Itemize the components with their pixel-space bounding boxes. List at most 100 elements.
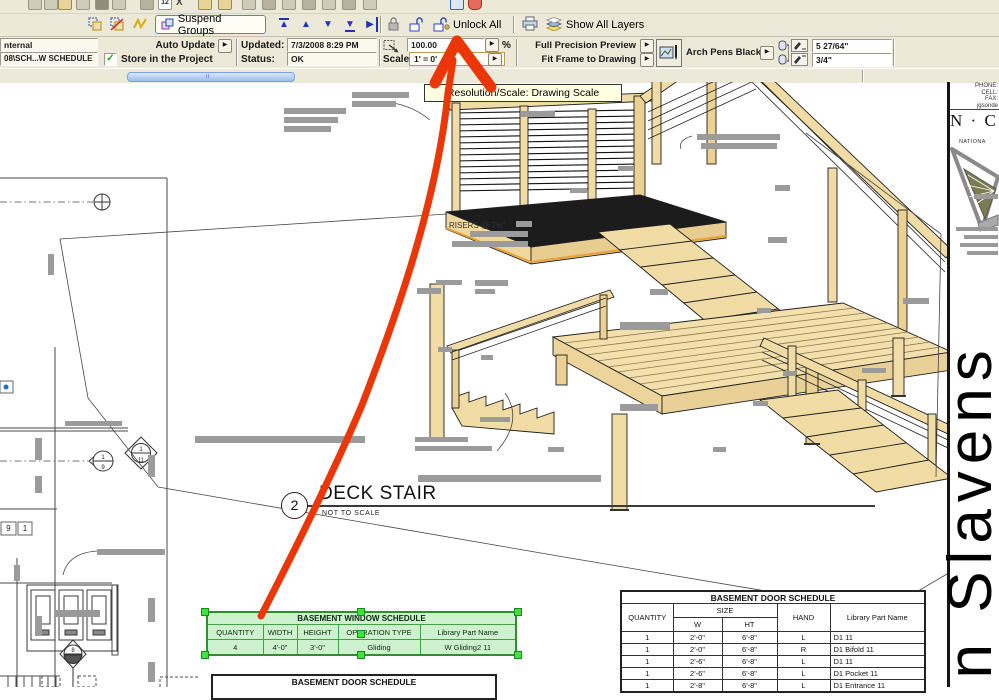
suspend-groups-label: Suspend Groups (177, 12, 222, 37)
status-value-field: OK (287, 52, 377, 66)
pen-weight-field-1[interactable]: 5 27/64" (812, 39, 892, 53)
toolbar-icon[interactable] (112, 0, 126, 10)
view-number-bubble: 2 (281, 492, 308, 519)
toolbar-icon[interactable] (28, 0, 42, 10)
toolbar-icon[interactable] (342, 0, 356, 10)
redaction-bar (956, 227, 998, 231)
pen-weight-field-2[interactable]: 3/4" (812, 53, 892, 67)
percent-label: % (502, 40, 511, 51)
ungroup-icon[interactable] (110, 17, 125, 32)
toolbar-icon[interactable] (282, 0, 296, 10)
pen-set-flyout-button[interactable] (760, 46, 774, 60)
unlock-icon[interactable] (408, 16, 424, 32)
suspend-groups-button[interactable]: Suspend Groups (155, 12, 266, 37)
printer-icon[interactable] (521, 16, 539, 31)
company-logo-text: N · C (950, 111, 998, 130)
folder-up-icon[interactable] (198, 0, 212, 10)
bring-to-front-icon[interactable]: ▲ (276, 17, 292, 32)
door-schedule-header: QUANTITY SIZE HAND Library Part Name (620, 603, 926, 632)
contact-line: CELL: (981, 89, 998, 96)
toolbar-icon[interactable] (302, 0, 316, 10)
lock-icon[interactable] (386, 16, 401, 32)
arrange-toolbar: Suspend Groups ▲ ▲ ▼ ▼ ▶ Unlock All Show… (0, 12, 999, 37)
tooltip-resolution-scale: Resolution/Scale: Drawing Scale (424, 84, 622, 102)
resolution-scale-icon (383, 40, 399, 53)
store-in-project-checkbox[interactable]: ✓ (104, 53, 117, 66)
toolbar-icon[interactable] (44, 0, 58, 10)
toolbar-icon[interactable] (322, 0, 336, 10)
selection-handle[interactable] (357, 651, 365, 659)
contact-line: PHONE: (974, 83, 998, 89)
table-row: 1 2'-6" 6'-8" L D1 Pocket 11 (620, 667, 926, 680)
view-title-rule (306, 505, 875, 507)
basement-door-schedule[interactable]: BASEMENT DOOR SCHEDULE QUANTITY SIZE HAN… (620, 590, 926, 693)
infobar-separator (893, 39, 895, 66)
toolbar-icon[interactable] (363, 0, 377, 10)
store-in-project-label: Store in the Project (121, 54, 213, 65)
folder-down-icon[interactable] (218, 0, 232, 10)
redaction-bar (964, 235, 998, 239)
fit-frame-flyout-button[interactable] (640, 53, 654, 67)
table-row: 1 2'-0" 6'-8" R D1 Bifold 11 (620, 643, 926, 656)
toolbar-separator (513, 16, 515, 33)
view-subtitle: NOT TO SCALE (322, 510, 381, 517)
updated-label: Updated: (241, 40, 285, 51)
table-row: 1 2'-8" 6'-8" L D1 Entrance 11 (620, 679, 926, 693)
project-name-text: on Slavens (946, 343, 999, 687)
pen-weight-icon[interactable] (791, 53, 808, 66)
pen-set-label: Arch Pens Black (686, 47, 761, 58)
selection-handle[interactable] (357, 630, 365, 638)
table-row: 1 2'-0" 6'-8" L D1 11 (620, 631, 926, 644)
selection-handle[interactable] (514, 651, 522, 659)
folder-icon[interactable] (58, 0, 72, 10)
toolbar-icon[interactable] (76, 0, 90, 10)
bring-forward-icon[interactable]: ▲ (298, 17, 314, 32)
preview-options-button[interactable] (656, 39, 682, 67)
selection-handle[interactable] (201, 608, 209, 616)
pen-weight-icon[interactable] (791, 39, 808, 52)
resolution-flyout-button[interactable] (485, 38, 499, 52)
app-window: { "toolbar": { "suspend_groups_label": "… (0, 0, 999, 700)
layers-icon[interactable] (545, 17, 562, 31)
auto-update-label: Auto Update (155, 40, 215, 51)
delete-icon[interactable]: X (176, 0, 188, 8)
resolution-scale-field[interactable]: 100.00 (407, 38, 485, 52)
auto-update-flyout-button[interactable] (218, 39, 232, 53)
basement-door-schedule-bottom[interactable]: BASEMENT DOOR SCHEDULE (211, 674, 497, 700)
svg-text:1: 1 (23, 524, 28, 533)
full-precision-flyout-button[interactable] (640, 39, 654, 53)
chain-link-icon[interactable] (777, 40, 789, 66)
toolbar-icon[interactable] (140, 0, 154, 10)
horizontal-scrollbar-track[interactable] (0, 68, 999, 83)
selection-handle[interactable] (201, 651, 209, 659)
edit-group-icon[interactable] (133, 17, 148, 32)
redaction-bar (974, 194, 998, 199)
send-to-back-icon[interactable]: ▼ (342, 17, 358, 32)
image-pen-icon (659, 45, 677, 60)
unlock-all-icon[interactable] (432, 16, 450, 32)
step-icon[interactable]: ▶ (364, 17, 378, 32)
updated-value-field: 7/3/2008 8:29 PM (287, 38, 377, 52)
toolbar-icon[interactable] (450, 0, 464, 10)
titleblock-rule (950, 109, 999, 110)
unlock-all-label[interactable]: Unlock All (453, 18, 501, 32)
toolbar-icon[interactable] (468, 0, 482, 10)
risers-note: RISERS @ 7⅝" (449, 221, 505, 230)
send-backward-icon[interactable]: ▼ (320, 17, 336, 32)
horizontal-scrollbar-thumb[interactable] (127, 72, 295, 82)
toolbar-icon[interactable] (262, 0, 276, 10)
drawing-name-field[interactable]: nternal (0, 38, 98, 52)
toolbar-icon[interactable] (95, 0, 109, 10)
status-label: Status: (241, 54, 275, 65)
numbering-icon[interactable]: 12 (158, 0, 172, 10)
selection-handle[interactable] (357, 608, 365, 616)
toolbar-icon[interactable] (242, 0, 256, 10)
full-precision-label: Full Precision Preview (535, 40, 636, 51)
drawing-item-field[interactable]: 08\SCH...W SCHEDULE (0, 52, 98, 66)
titleblock-contact: PHONE: CELL: FAX: jgsonde (950, 83, 998, 109)
scale-flyout-button[interactable] (488, 53, 502, 66)
show-all-layers-label[interactable]: Show All Layers (566, 18, 644, 32)
group-icon[interactable] (88, 17, 103, 32)
infobar-separator (236, 39, 238, 66)
selection-handle[interactable] (514, 608, 522, 616)
